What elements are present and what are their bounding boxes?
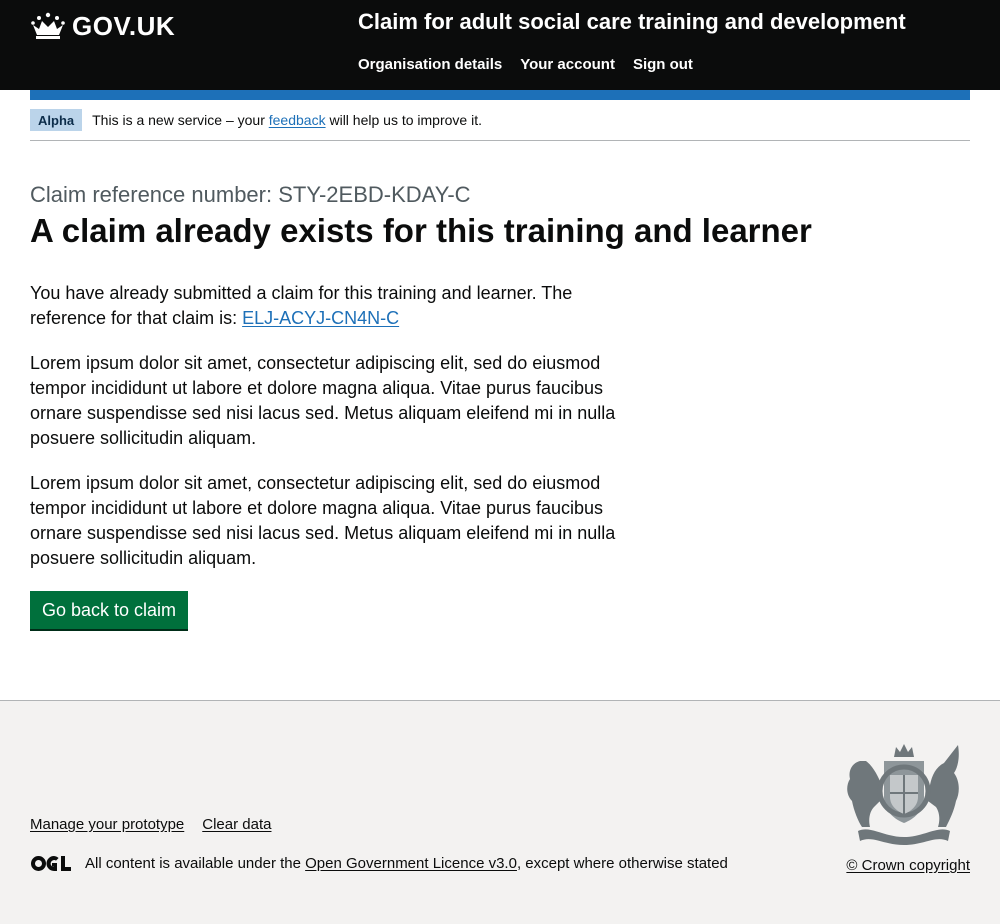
licence-text-after: , except where otherwise stated: [516, 855, 728, 872]
header-nav: Organisation details Your account Sign o…: [358, 56, 693, 73]
clear-data-link[interactable]: Clear data: [202, 816, 271, 833]
go-back-to-claim-button[interactable]: Go back to claim: [30, 591, 189, 629]
royal-coat-of-arms-icon: [847, 744, 959, 845]
footer-links: Manage your prototype Clear data: [30, 816, 271, 833]
page-title: A claim already exists for this training…: [30, 212, 812, 249]
licence-text: All content is available under the Open …: [85, 855, 728, 872]
crown-icon: [31, 12, 65, 39]
feedback-link[interactable]: feedback: [269, 112, 326, 128]
existing-claim-link[interactable]: ELJ-ACYJ-CN4N-C: [242, 308, 399, 328]
manage-prototype-link[interactable]: Manage your prototype: [30, 816, 184, 833]
site-footer: Manage your prototype Clear data All con…: [0, 700, 1000, 924]
licence-text-before: All content is available under the: [85, 855, 306, 872]
phase-banner: Alpha This is a new service – your feedb…: [30, 100, 970, 141]
nav-organisation-details[interactable]: Organisation details: [358, 56, 502, 73]
ogl-link[interactable]: Open Government Licence v3.0: [305, 855, 517, 872]
nav-sign-out[interactable]: Sign out: [633, 56, 693, 73]
body-paragraph-1: Lorem ipsum dolor sit amet, consectetur …: [30, 353, 616, 448]
intro-paragraph: You have already submitted a claim for t…: [30, 281, 630, 331]
claim-reference-caption: Claim reference number: STY-2EBD-KDAY-C: [30, 182, 471, 207]
logo-text: GOV.UK: [72, 10, 176, 41]
body-paragraph-2: Lorem ipsum dolor sit amet, consectetur …: [30, 473, 616, 568]
phase-text-before: This is a new service – your: [92, 112, 269, 128]
crown-copyright-link[interactable]: © Crown copyright: [846, 857, 970, 874]
phase-tag: Alpha: [30, 109, 83, 131]
govuk-logo-link[interactable]: GOV.UK: [30, 6, 175, 46]
nav-your-account[interactable]: Your account: [520, 56, 615, 73]
service-name-link[interactable]: Claim for adult social care training and…: [358, 9, 906, 35]
header-blue-bar: [30, 90, 970, 100]
site-header: GOV.UK Claim for adult social care train…: [0, 0, 1000, 90]
ogl-logo-icon: [31, 856, 71, 871]
licence-row: All content is available under the Open …: [30, 855, 728, 872]
phase-text: This is a new service – your feedback wi…: [92, 112, 482, 128]
main-content: You have already submitted a claim for t…: [30, 281, 630, 591]
phase-text-after: will help us to improve it.: [325, 112, 482, 128]
